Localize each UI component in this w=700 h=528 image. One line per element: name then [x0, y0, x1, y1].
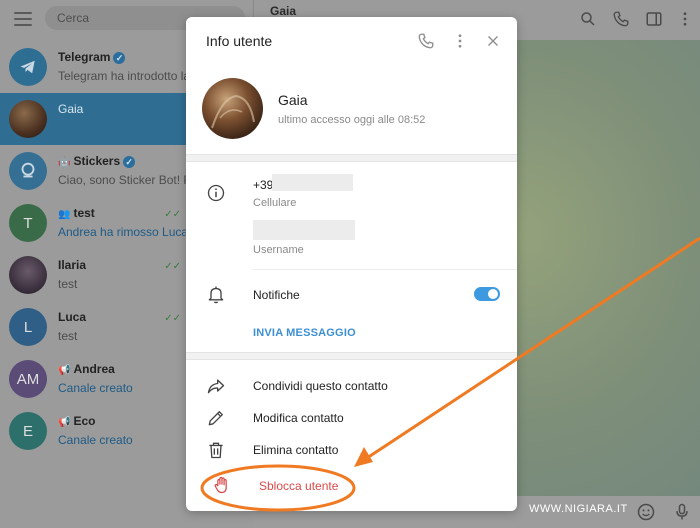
bell-icon	[208, 286, 224, 304]
chat-name: Gaia	[58, 102, 84, 116]
read-check-icon: ✓✓	[164, 261, 181, 272]
delete-contact-button[interactable]: Elimina contatto	[253, 443, 338, 457]
sticker-bot-icon	[21, 162, 35, 178]
toggle-knob	[487, 288, 499, 300]
chat-name: 🤖 Stickers ✓	[58, 154, 136, 168]
read-check-icon: ✓✓	[164, 313, 181, 324]
pencil-icon	[208, 411, 223, 426]
verified-icon: ✓	[123, 155, 136, 168]
avatar	[9, 48, 47, 86]
close-icon[interactable]	[484, 32, 502, 50]
phone-number[interactable]: +39	[253, 178, 273, 192]
profile-photo-image	[211, 94, 255, 129]
dialog-title: Info utente	[206, 33, 273, 49]
chat-preview: test	[58, 329, 78, 343]
avatar	[9, 256, 47, 294]
chat-preview: Canale creato	[58, 433, 133, 447]
channel-icon: 📢	[58, 417, 71, 428]
redacted-username	[253, 220, 355, 240]
unblock-user-button[interactable]: Sblocca utente	[259, 479, 338, 493]
chat-preview: Telegram ha introdotto la	[58, 69, 191, 83]
user-info-dialog: Info utente Gaia ultimo accesso oggi all…	[186, 17, 517, 511]
phone-icon[interactable]	[612, 10, 630, 28]
group-icon: 👥	[58, 209, 71, 220]
phone-label: Cellulare	[253, 197, 297, 209]
avatar	[9, 152, 47, 190]
info-icon	[207, 184, 225, 202]
notifications-toggle[interactable]	[474, 287, 500, 301]
trash-icon	[209, 442, 223, 459]
send-message-button[interactable]: INVIA MESSAGGIO	[253, 327, 356, 339]
search-icon[interactable]	[579, 10, 597, 28]
hand-icon	[214, 476, 227, 494]
more-icon[interactable]	[676, 10, 694, 28]
chat-header-title: Gaia	[270, 4, 297, 18]
bot-icon: 🤖	[58, 157, 71, 168]
share-icon	[207, 379, 225, 394]
menu-icon[interactable]	[14, 12, 32, 26]
verified-icon: ✓	[113, 51, 126, 64]
profile-last-seen: ultimo accesso oggi alle 08:52	[278, 114, 426, 126]
chat-preview: Ciao, sono Sticker Bot! Po	[58, 173, 199, 187]
section-divider	[186, 352, 517, 360]
profile-photo[interactable]	[202, 78, 263, 139]
section-divider	[186, 154, 517, 162]
avatar: T	[9, 204, 47, 242]
more-icon[interactable]	[451, 32, 469, 50]
avatar	[9, 100, 47, 138]
watermark: WWW.NIGIARA.IT	[529, 503, 628, 515]
row-divider	[253, 269, 517, 270]
edit-contact-button[interactable]: Modifica contatto	[253, 411, 344, 425]
chat-name: Ilaria	[58, 258, 87, 272]
profile-name: Gaia	[278, 92, 308, 108]
chat-preview: test	[58, 277, 78, 291]
mic-icon[interactable]	[672, 502, 692, 522]
chat-name: Telegram ✓	[58, 50, 126, 64]
chat-name: Luca	[58, 310, 87, 324]
avatar: AM	[9, 360, 47, 398]
emoji-icon[interactable]	[636, 502, 656, 522]
channel-icon: 📢	[58, 365, 71, 376]
avatar: E	[9, 412, 47, 450]
share-contact-button[interactable]: Condividi questo contatto	[253, 379, 388, 393]
chat-preview: Canale creato	[58, 381, 133, 395]
telegram-icon	[20, 60, 35, 74]
redacted-phone	[272, 174, 353, 191]
username-label: Username	[253, 244, 304, 256]
chat-name: 👥 test	[58, 206, 95, 220]
chat-name: 📢 Andrea	[58, 362, 115, 376]
read-check-icon: ✓✓	[164, 209, 181, 220]
chat-name: 📢 Eco	[58, 414, 96, 428]
avatar: L	[9, 308, 47, 346]
chat-preview: Andrea ha rimosso Luca	[58, 225, 189, 239]
sidebar-icon[interactable]	[645, 10, 663, 28]
phone-icon[interactable]	[417, 32, 435, 50]
notifications-label: Notifiche	[253, 288, 300, 302]
